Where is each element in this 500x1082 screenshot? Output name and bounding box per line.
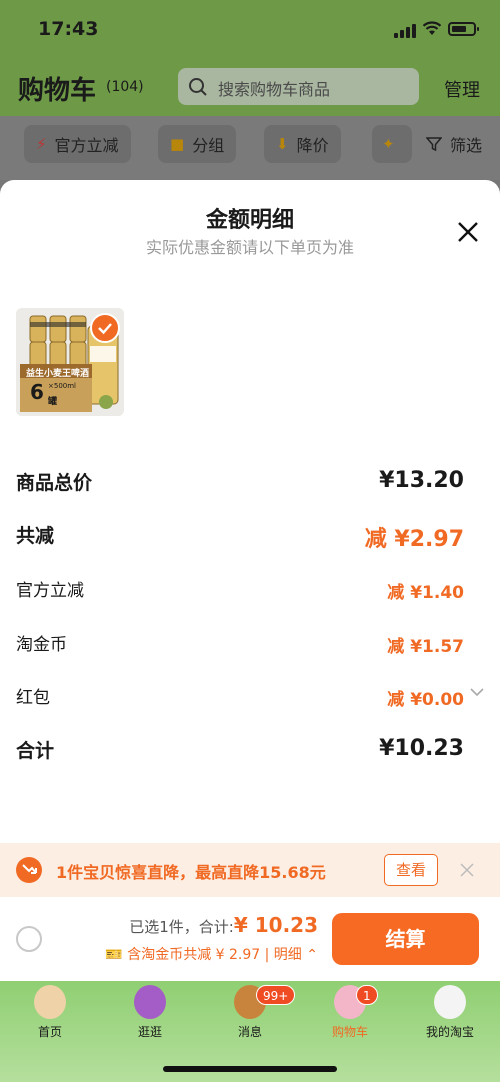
search-icon [189, 78, 207, 96]
discount-detail-text: 含淘金币共减 ¥ 2.97 | 明细 [127, 947, 302, 963]
tab-cart[interactable]: 1 购物车 [300, 981, 400, 1051]
checkout-button[interactable]: 结算 [332, 913, 479, 965]
status-bar: 17:43 [0, 0, 500, 56]
filter-icon [426, 137, 442, 152]
discount-detail-link[interactable]: 🎫 含淘金币共减 ¥ 2.97 | 明细 ⌃ [105, 944, 318, 964]
wifi-icon [422, 21, 442, 35]
sheet-subtitle: 实际优惠金额请以下单页为准 [145, 238, 354, 257]
tab-browse[interactable]: 逛逛 [100, 981, 200, 1051]
lightning-icon: ⚡ [36, 135, 47, 153]
cellular-signal-icon [394, 24, 416, 38]
checkout-total: ¥ 10.23 [233, 913, 318, 937]
tab-label: 消息 [237, 1025, 262, 1039]
folder-icon: ■ [170, 135, 185, 153]
tab-label: 逛逛 [137, 1025, 162, 1039]
row-value: 减 ¥2.97 [364, 527, 464, 552]
sheet-title: 金额明细 [205, 208, 294, 233]
promo-text: 1件宝贝惊喜直降，最高直降15.68元 [56, 863, 326, 882]
selected-text: 已选1件，合计: [129, 918, 234, 936]
search-placeholder: 搜索购物车商品 [218, 80, 331, 99]
close-icon[interactable] [456, 220, 480, 244]
filter-button[interactable]: 筛选 [414, 125, 495, 163]
filter-bar: ⚡ 官方立减 ■ 分组 ⬇ 降价 ✦ 筛选 [0, 116, 500, 180]
tab-label: 首页 [37, 1025, 62, 1039]
kangaroo-icon: ✦ [382, 135, 395, 153]
selected-check-icon [90, 313, 120, 343]
price-drop-promo-bar: 1件宝贝惊喜直降，最高直降15.68元 查看 [0, 843, 500, 897]
row-value: 减 ¥1.40 [387, 583, 464, 603]
tab-my-taobao[interactable]: 我的淘宝 [400, 981, 500, 1051]
home-mascot-icon [34, 985, 66, 1019]
profile-mascot-icon [434, 985, 466, 1019]
row-label: 合计 [16, 740, 55, 762]
filter-chip-label: 分组 [192, 136, 225, 155]
tab-label: 购物车 [331, 1025, 368, 1039]
tab-home[interactable]: 首页 [0, 981, 100, 1051]
row-label: 淘金币 [16, 635, 67, 655]
product-pack-count: 6 [30, 380, 44, 404]
row-value: ¥13.20 [379, 468, 464, 493]
filter-chip-label: 降价 [296, 136, 329, 155]
filter-chip-label: 筛选 [450, 136, 483, 155]
select-all-checkbox[interactable] [16, 926, 42, 952]
row-value: 减 ¥1.57 [387, 637, 464, 657]
filter-chip-official-discount[interactable]: ⚡ 官方立减 [24, 125, 131, 163]
filter-chip-price-drop[interactable]: ⬇ 降价 [264, 125, 341, 163]
cart-badge: 1 [356, 985, 378, 1005]
row-label: 红包 [16, 688, 50, 708]
selected-summary: 已选1件，合计:¥ 10.23 [129, 913, 318, 937]
cart-item-count: (104) [106, 79, 144, 95]
status-time: 17:43 [38, 18, 99, 40]
product-pack-unit: 罐 [48, 397, 58, 407]
filter-chip-group[interactable]: ■ 分组 [158, 125, 237, 163]
search-input[interactable]: 搜索购物车商品 [178, 68, 419, 105]
tab-label: 我的淘宝 [425, 1025, 474, 1039]
checkout-bar: 已选1件，合计:¥ 10.23 🎫 含淘金币共减 ¥ 2.97 | 明细 ⌃ 结… [0, 897, 500, 981]
view-button[interactable]: 查看 [384, 854, 438, 886]
filter-chip-kangaroo[interactable]: ✦ [372, 125, 412, 163]
page-title: 购物车 [18, 76, 97, 106]
row-value: ¥10.23 [379, 736, 464, 761]
messages-badge: 99+ [256, 985, 296, 1005]
chevron-up-icon: ⌃ [306, 947, 318, 963]
coupon-icon: 🎫 [105, 947, 123, 963]
row-value: 减 ¥0.00 [387, 690, 464, 710]
home-indicator [163, 1066, 337, 1072]
browse-mascot-icon [134, 985, 166, 1019]
product-volume: ×500ml [48, 382, 76, 390]
product-image-caption: 益生小麦王啤酒 [26, 369, 90, 379]
row-label: 商品总价 [16, 472, 93, 494]
row-label: 共减 [16, 525, 55, 547]
chevron-down-icon[interactable] [470, 687, 484, 697]
price-drop-icon: ⬇ [276, 135, 289, 153]
close-icon[interactable] [460, 863, 474, 877]
row-label: 官方立减 [16, 581, 84, 601]
price-drop-icon [16, 857, 42, 883]
battery-icon [448, 22, 479, 36]
filter-chip-label: 官方立减 [54, 136, 119, 155]
manage-button[interactable]: 管理 [444, 76, 480, 102]
tab-messages[interactable]: 99+ 消息 [200, 981, 300, 1051]
